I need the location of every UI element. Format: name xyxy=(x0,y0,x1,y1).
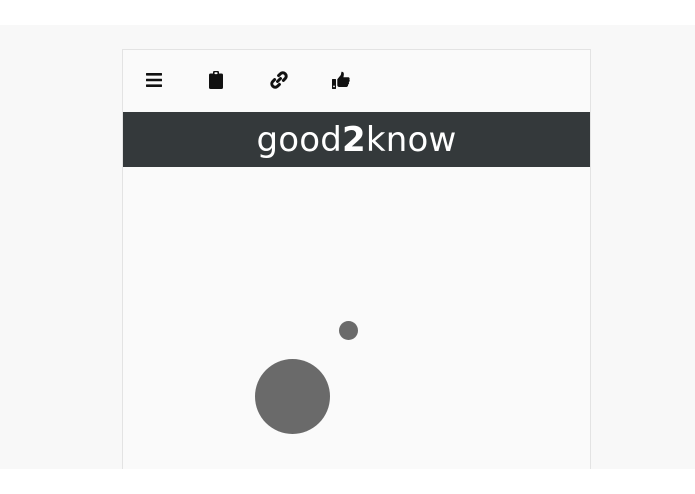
small-loading-dot xyxy=(339,321,358,340)
link-icon xyxy=(270,71,288,89)
clipboard-button[interactable] xyxy=(203,67,229,93)
logo-text-2: 2 xyxy=(342,119,366,160)
toolbar xyxy=(123,50,590,112)
header-banner: good2know xyxy=(123,112,590,167)
clipboard-icon xyxy=(209,71,223,89)
menu-button[interactable] xyxy=(141,67,167,93)
thumbs-up-icon xyxy=(332,71,350,89)
large-loading-dot xyxy=(255,359,330,434)
hamburger-menu-icon xyxy=(146,73,162,87)
bottom-strip xyxy=(0,469,695,494)
content-area xyxy=(123,167,590,469)
app-card: good2know xyxy=(122,49,591,469)
logo-text-know: know xyxy=(365,119,457,160)
logo[interactable]: good2know xyxy=(256,123,456,157)
logo-text-good: good xyxy=(256,119,343,160)
link-button[interactable] xyxy=(266,67,292,93)
like-button[interactable] xyxy=(328,67,354,93)
